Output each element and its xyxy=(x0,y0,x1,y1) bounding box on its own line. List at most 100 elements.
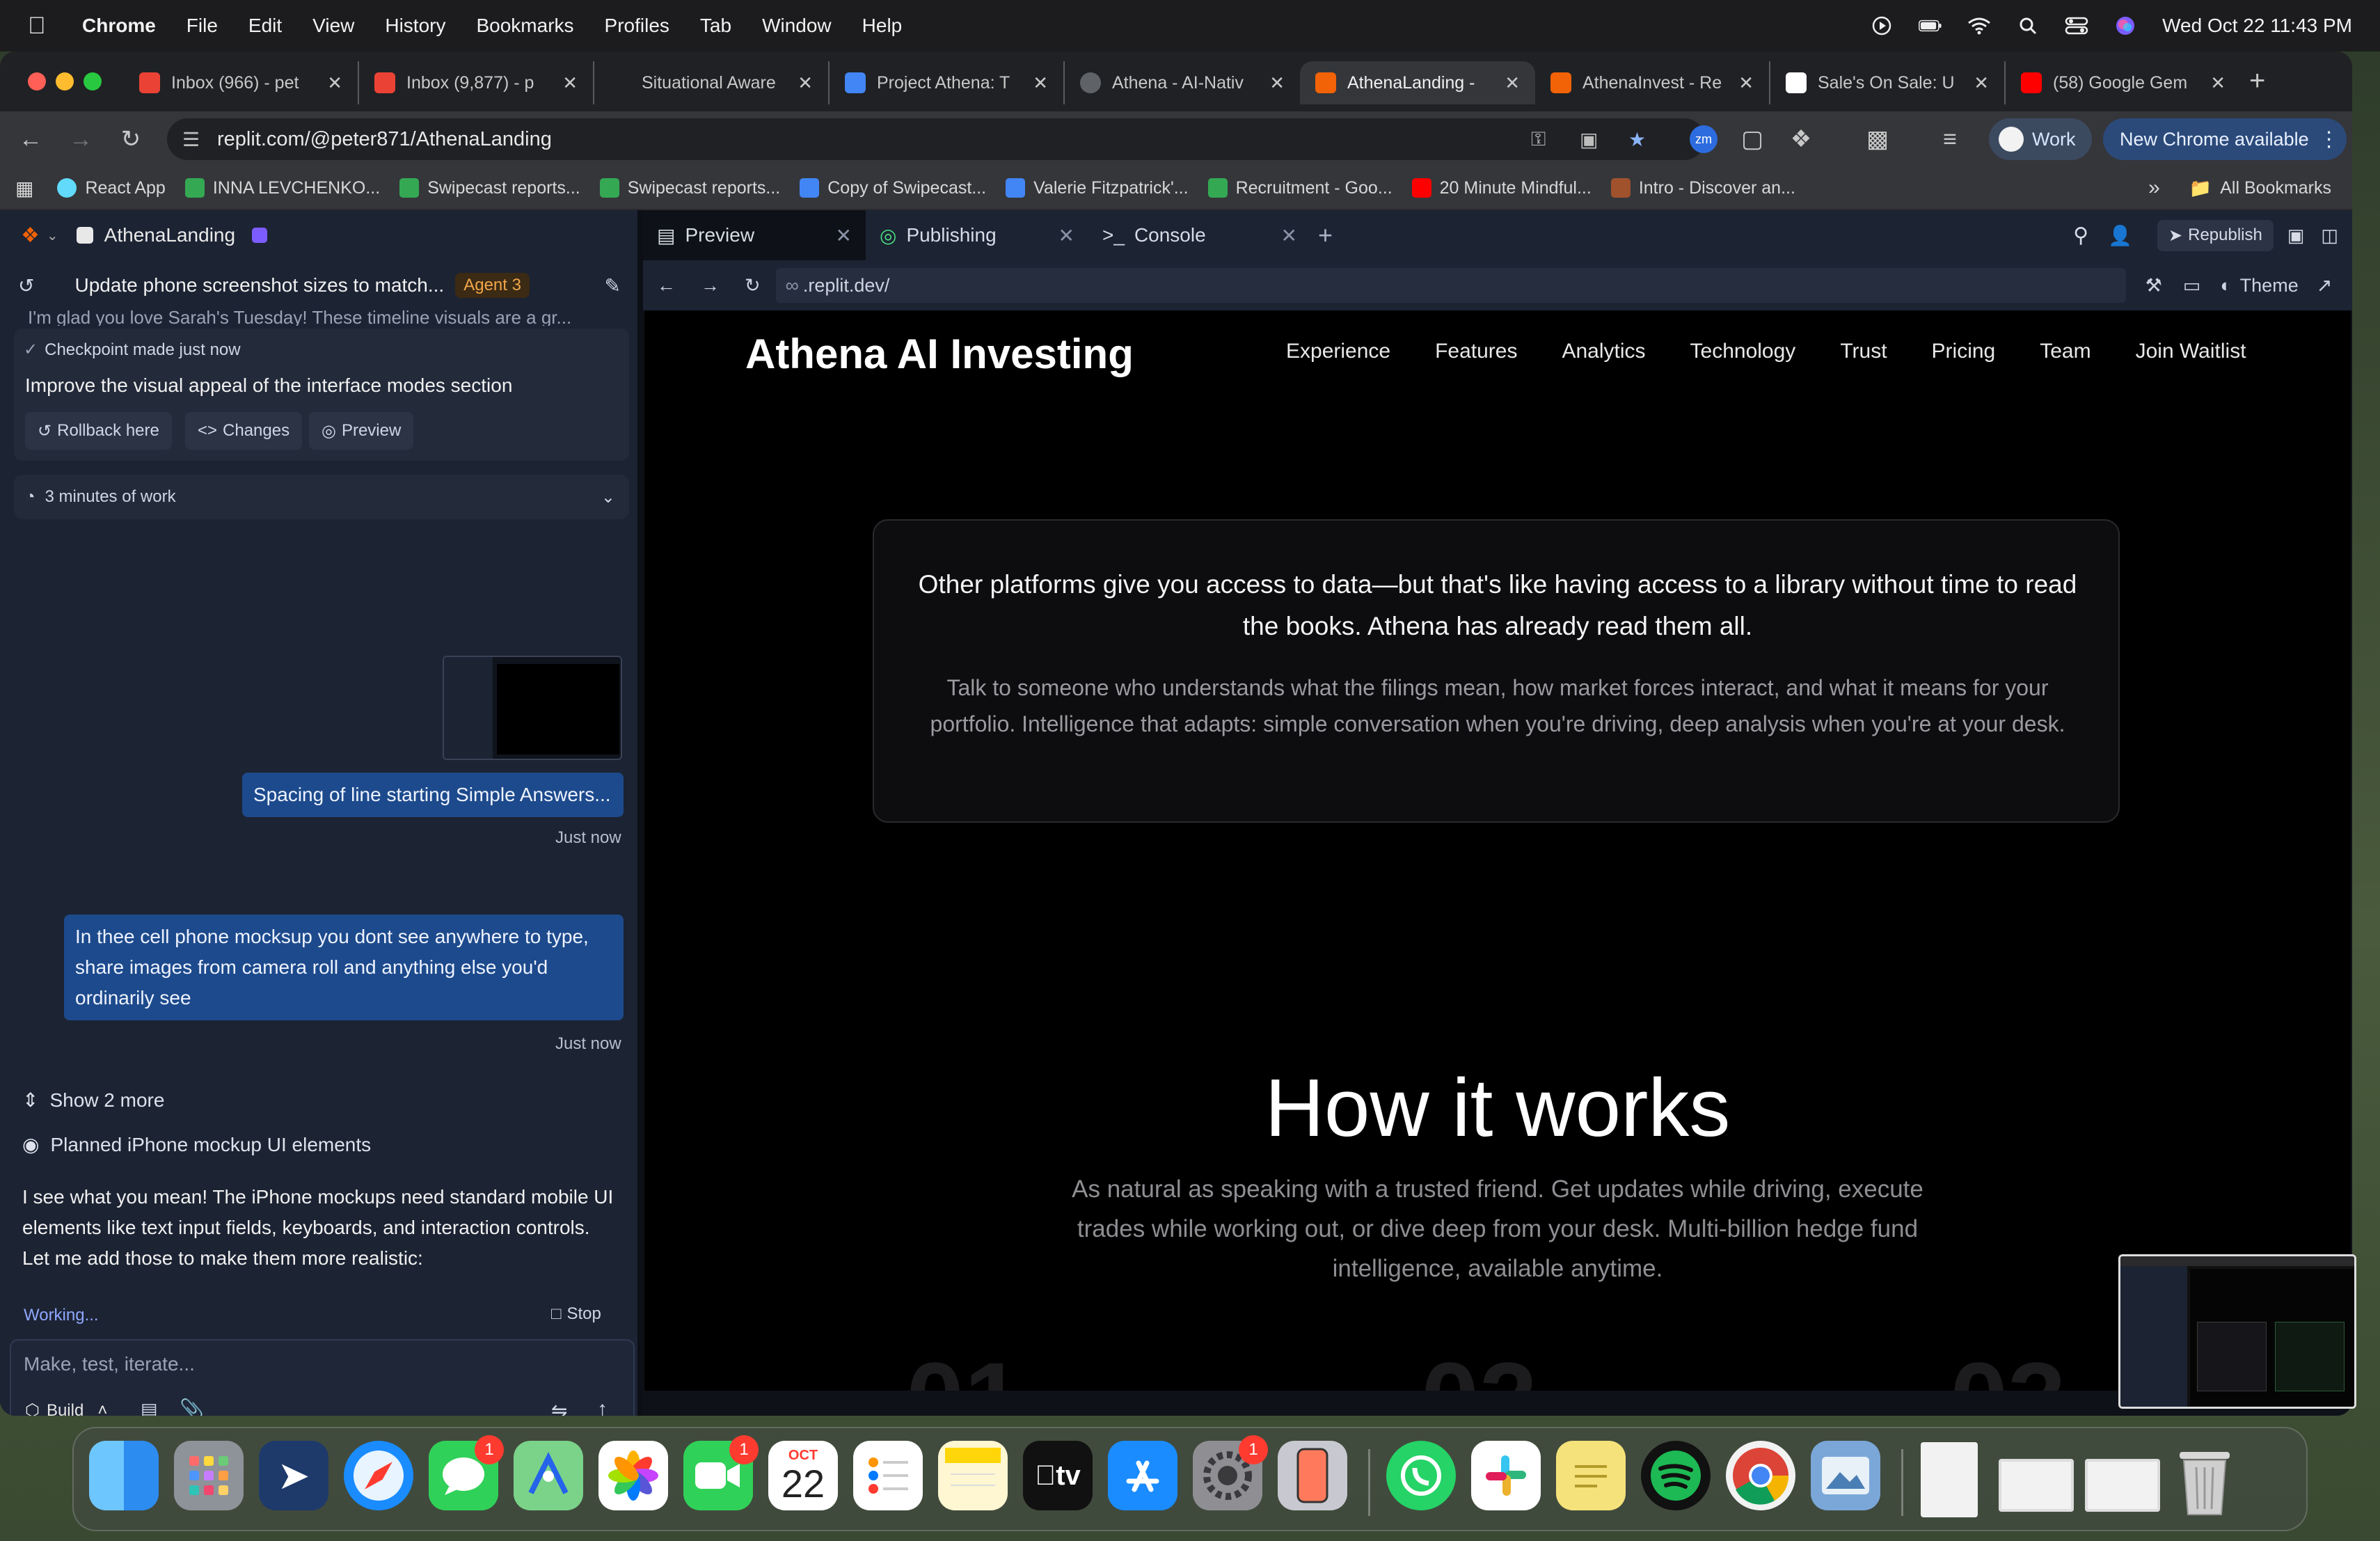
close-window-button[interactable] xyxy=(28,72,46,90)
tab-close-icon[interactable]: ✕ xyxy=(1023,72,1048,94)
tab-close-icon[interactable]: ✕ xyxy=(1058,224,1074,247)
menu-help[interactable]: Help xyxy=(862,15,903,37)
more-bookmarks-chevron-icon[interactable]: » xyxy=(2148,176,2160,200)
nav-pricing[interactable]: Pricing xyxy=(1932,340,1996,363)
search-icon[interactable]: ⚲ xyxy=(2073,223,2088,248)
work-duration-row[interactable]: ◔ 3 minutes of work ⌄ xyxy=(14,475,629,519)
screenshot-preview-thumbnail[interactable] xyxy=(2118,1254,2356,1409)
nav-team[interactable]: Team xyxy=(2040,340,2091,363)
changes-button[interactable]: <> Changes xyxy=(185,412,303,450)
apple-tv-icon[interactable]: tv xyxy=(1023,1441,1093,1510)
settings-sliders-icon[interactable]: ⇋ xyxy=(551,1399,567,1416)
menu-edit[interactable]: Edit xyxy=(248,15,282,37)
devtools-wrench-icon[interactable]: ⚒ xyxy=(2145,275,2162,297)
tab-project-athena[interactable]: Project Athena: T ✕ xyxy=(830,61,1065,104)
menu-clock[interactable]: Wed Oct 22 11:43 PM xyxy=(2162,15,2352,37)
tab-close-icon[interactable]: ✕ xyxy=(788,72,813,94)
bookmark-item[interactable]: React App xyxy=(57,178,166,198)
open-external-icon[interactable]: ↗ xyxy=(2317,275,2333,297)
menu-window[interactable]: Window xyxy=(762,15,832,37)
bookmark-item[interactable]: Recruitment - Goo... xyxy=(1207,178,1393,198)
bookmark-star-icon[interactable]: ★ xyxy=(1628,128,1646,151)
workspace-icon[interactable]: ▣ xyxy=(2287,225,2305,246)
tab-close-icon[interactable]: ✕ xyxy=(1281,224,1297,247)
nav-trust[interactable]: Trust xyxy=(1840,340,1887,363)
chevron-down-icon[interactable]: ⌄ xyxy=(601,487,615,507)
tab-close-icon[interactable]: ✕ xyxy=(317,72,342,94)
zoom-extension-icon[interactable]: zm xyxy=(1690,125,1717,153)
menu-app-name[interactable]: Chrome xyxy=(82,15,156,37)
bookmark-item[interactable]: 20 Minute Mindful... xyxy=(1411,178,1592,198)
chrome-icon[interactable] xyxy=(1726,1441,1795,1510)
battery-icon[interactable] xyxy=(1919,16,1942,35)
bookmark-item[interactable]: Intro - Discover an... xyxy=(1610,178,1795,198)
menu-profiles[interactable]: Profiles xyxy=(605,15,669,37)
stop-button[interactable]: □ Stop xyxy=(551,1304,601,1324)
preview-forward-icon[interactable]: → xyxy=(701,275,720,297)
new-chrome-available-button[interactable]: New Chrome available ⋮ xyxy=(2103,118,2347,160)
nav-join-waitlist[interactable]: Join Waitlist xyxy=(2136,340,2246,363)
spotify-icon[interactable] xyxy=(1641,1441,1711,1510)
tab-close-icon[interactable]: ✕ xyxy=(1495,72,1520,94)
site-info-icon[interactable]: ☰ xyxy=(182,128,200,151)
reload-icon[interactable]: ↻ xyxy=(116,124,146,155)
password-key-icon[interactable]: ⚿ xyxy=(1531,128,1546,151)
layout-toggle-icon[interactable]: ◫ xyxy=(2321,225,2338,246)
notes-icon[interactable] xyxy=(938,1441,1008,1510)
tab-athenalanding[interactable]: AthenaLanding - ✕ xyxy=(1300,61,1535,104)
pane-divider[interactable] xyxy=(637,210,643,1416)
thread-title[interactable]: Update phone screenshot sizes to match..… xyxy=(74,274,444,297)
tab-preview[interactable]: ▤ Preview ✕ xyxy=(643,210,866,260)
downloads-stack-icon[interactable] xyxy=(2085,1459,2160,1512)
system-settings-gear-icon[interactable]: 1 xyxy=(1193,1435,1268,1510)
apps-grid-icon[interactable]: ▦ xyxy=(15,177,33,200)
extensions-puzzle-icon[interactable]: ❖ xyxy=(1786,124,1816,155)
menu-tab[interactable]: Tab xyxy=(700,15,731,37)
profile-work-button[interactable]: Work xyxy=(1989,118,2092,160)
select-element-icon[interactable]: ▤ xyxy=(141,1399,158,1416)
finder-icon[interactable] xyxy=(89,1441,159,1510)
theme-label[interactable]: Theme xyxy=(2240,275,2299,297)
wifi-icon[interactable] xyxy=(1967,16,1991,35)
siri-icon[interactable] xyxy=(2113,16,2137,35)
tab-gmail-1[interactable]: Inbox (966) - pet ✕ xyxy=(124,61,359,104)
play-icon[interactable] xyxy=(1870,16,1894,35)
messages-icon[interactable]: 1 xyxy=(429,1435,504,1510)
launchpad-icon[interactable] xyxy=(174,1441,244,1510)
more-menu-icon[interactable]: ⋮ xyxy=(2319,127,2340,152)
send-arrow-icon[interactable]: ↑ xyxy=(597,1398,608,1416)
document-stack-icon[interactable] xyxy=(1921,1442,1978,1517)
app-store-icon[interactable] xyxy=(1108,1441,1177,1510)
preview-button[interactable]: ◎ Preview xyxy=(309,412,414,450)
tab-sales-on-sale[interactable]: Sale's On Sale: U ✕ xyxy=(1770,61,2006,104)
trash-icon[interactable] xyxy=(2173,1442,2237,1517)
tab-close-icon[interactable]: ✕ xyxy=(553,72,578,94)
chat-input[interactable]: Make, test, iterate... xyxy=(24,1353,622,1375)
tab-console[interactable]: >_ Console ✕ xyxy=(1088,210,1311,260)
attached-screenshot-thumbnail[interactable] xyxy=(443,656,622,760)
build-mode-button[interactable]: ⬡ Build ˄ xyxy=(25,1400,107,1416)
replit-logo-icon[interactable]: ❖ xyxy=(21,223,40,248)
bookmark-item[interactable]: Swipecast reports... xyxy=(399,178,580,198)
show-more-button[interactable]: ⇕ Show 2 more xyxy=(22,1089,164,1112)
new-tab-plus-icon[interactable]: + xyxy=(2249,65,2265,97)
planned-step[interactable]: ◉ Planned iPhone mockup UI elements xyxy=(22,1133,371,1156)
forward-arrow-icon[interactable]: → xyxy=(65,124,96,155)
tab-youtube[interactable]: (58) Google Gem ✕ xyxy=(2006,61,2241,104)
all-bookmarks-button[interactable]: 📁 All Bookmarks xyxy=(2189,177,2331,199)
install-app-icon[interactable]: ▣ xyxy=(1580,128,1598,151)
iphone-mirroring-icon[interactable] xyxy=(1278,1441,1347,1510)
tab-close-icon[interactable]: ✕ xyxy=(1729,72,1754,94)
nav-experience[interactable]: Experience xyxy=(1286,340,1390,363)
history-icon[interactable]: ↺ xyxy=(18,274,34,297)
send-arrow-app-icon[interactable]: ➤ xyxy=(259,1441,328,1510)
safari-compass-icon[interactable] xyxy=(344,1441,413,1510)
maps-icon[interactable] xyxy=(514,1441,583,1510)
menu-file[interactable]: File xyxy=(187,15,218,37)
bookmark-item[interactable]: Copy of Swipecast... xyxy=(800,178,986,198)
tab-situational-awareness[interactable]: Situational Aware ✕ xyxy=(594,61,830,104)
control-center-icon[interactable] xyxy=(2065,16,2088,35)
extension-screen-icon[interactable]: ▢ xyxy=(1737,124,1768,155)
tab-publishing[interactable]: ◎ Publishing ✕ xyxy=(866,210,1088,260)
tab-search-icon[interactable]: ▩ xyxy=(1862,124,1893,155)
